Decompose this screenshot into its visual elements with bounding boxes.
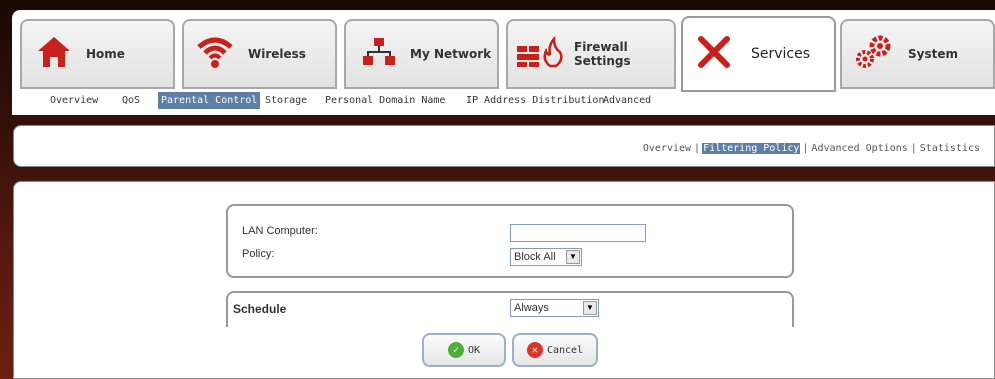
chevron-down-icon: ▼	[566, 250, 580, 264]
subtab-filtering-policy[interactable]: Filtering Policy	[702, 143, 801, 154]
subnav-personal-domain-name[interactable]: Personal Domain Name	[322, 92, 448, 109]
subtab-statistics[interactable]: Statistics	[919, 143, 981, 154]
policy-select-value: Block All	[514, 251, 556, 263]
tab-firewall-settings[interactable]: Firewall Settings	[506, 19, 676, 89]
policy-select[interactable]: Block All ▼	[510, 248, 582, 266]
separator: |	[694, 143, 701, 154]
wifi-icon	[196, 35, 234, 73]
gears-icon	[854, 34, 894, 74]
schedule-label: Schedule	[233, 302, 287, 316]
tab-my-network[interactable]: My Network	[344, 19, 499, 89]
tab-system[interactable]: System	[840, 19, 995, 89]
subnav-ip-address-distribution[interactable]: IP Address Distribution	[463, 92, 607, 109]
subnav-advanced[interactable]: Advanced	[600, 92, 654, 109]
separator: |	[910, 143, 917, 154]
separator: |	[802, 143, 809, 154]
tab-services[interactable]: Services	[681, 16, 836, 92]
subnav-qos[interactable]: QoS	[119, 92, 143, 109]
firewall-icon	[516, 35, 564, 72]
tab-wireless[interactable]: Wireless	[182, 19, 337, 89]
lan-computer-label: LAN Computer:	[242, 225, 318, 237]
cancel-button[interactable]: ✕ Cancel	[512, 333, 598, 367]
subtab-overview[interactable]: Overview	[642, 143, 692, 154]
cancel-icon: ✕	[526, 342, 543, 358]
tab-services-label: Services	[751, 46, 811, 62]
ok-button[interactable]: ✓ OK	[422, 333, 506, 367]
tab-my-network-label: My Network	[410, 47, 492, 61]
subnav-overview[interactable]: Overview	[47, 92, 101, 109]
tab-wireless-label: Wireless	[248, 47, 306, 61]
network-icon	[362, 37, 396, 71]
subnav-storage[interactable]: Storage	[262, 92, 310, 109]
ok-button-label: OK	[467, 344, 481, 356]
chevron-down-icon: ▼	[583, 301, 597, 315]
subnav-parental-control[interactable]: Parental Control	[158, 92, 261, 109]
schedule-select[interactable]: Always ▼	[510, 299, 599, 317]
tab-home[interactable]: Home	[20, 19, 175, 89]
policy-label: Policy:	[242, 248, 275, 260]
subtab-advanced-options[interactable]: Advanced Options	[810, 143, 908, 154]
services-subnav: Overview QoS Parental Control Storage Pe…	[20, 92, 720, 111]
tab-firewall-settings-label: Firewall Settings	[574, 40, 631, 68]
home-icon	[36, 35, 72, 73]
cancel-button-label: Cancel	[546, 344, 584, 356]
check-icon: ✓	[447, 342, 464, 358]
tools-icon	[697, 35, 731, 73]
tab-home-label: Home	[86, 47, 125, 61]
parental-control-subtabs: Overview | Filtering Policy | Advanced Optio…	[642, 143, 981, 154]
lan-computer-input[interactable]	[510, 224, 646, 242]
tab-system-label: System	[908, 47, 958, 61]
schedule-select-value: Always	[514, 302, 549, 314]
